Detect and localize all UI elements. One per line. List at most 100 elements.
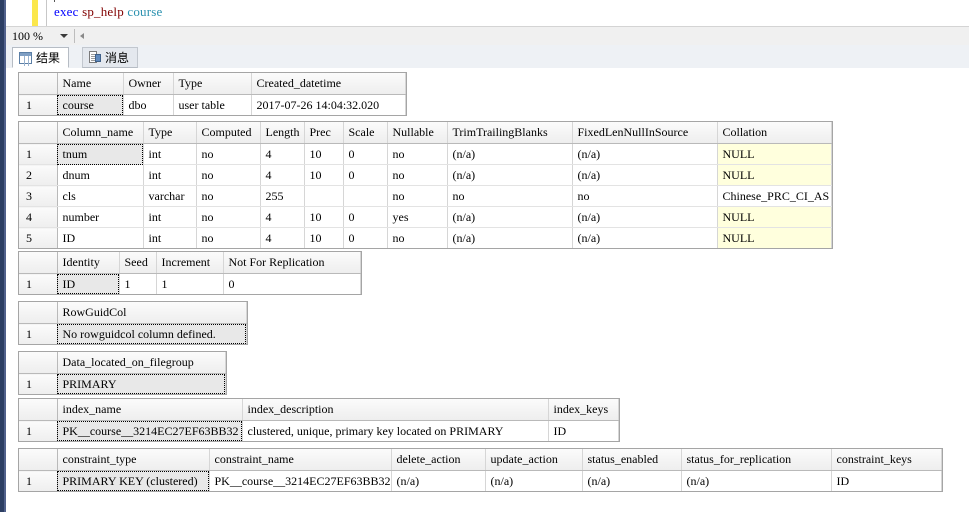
table-cell[interactable]: ID [548, 420, 619, 441]
column-header[interactable]: Column_name [57, 122, 144, 144]
table-cell[interactable]: 10 [304, 227, 344, 248]
column-header[interactable]: TrimTrailingBlanks [447, 122, 573, 144]
table-cell[interactable]: dbo [123, 94, 174, 115]
table-cell[interactable]: 1 [119, 273, 157, 294]
row-number-header[interactable]: 5 [19, 227, 58, 248]
table-row[interactable]: 2 dnum int no 4 10 0 no (n/a) (n/a) NULL [19, 164, 832, 186]
column-header[interactable]: RowGuidCol [57, 302, 247, 324]
table-cell[interactable]: NULL [717, 227, 832, 248]
table-cell[interactable]: 4 [260, 227, 305, 248]
filegroup-grid[interactable]: Data_located_on_filegroup 1 PRIMARY [18, 351, 227, 395]
table-cell[interactable]: 4 [260, 143, 305, 165]
column-header[interactable]: Increment [156, 252, 224, 274]
table-cell[interactable]: ID [831, 470, 942, 491]
sql-editor[interactable]: exec sp_help course [6, 0, 969, 26]
table-cell[interactable]: 4 [260, 164, 305, 186]
rowguidcol-grid[interactable]: RowGuidCol 1 No rowguidcol column defined. [18, 301, 248, 345]
table-cell[interactable]: 2017-07-26 14:04:32.020 [251, 94, 406, 115]
row-header-corner[interactable] [19, 122, 58, 144]
table-cell[interactable]: no [387, 227, 448, 248]
table-cell[interactable]: (n/a) [485, 470, 583, 491]
table-cell[interactable]: ID [57, 227, 144, 248]
column-header[interactable]: Not For Replication [223, 252, 361, 274]
table-cell[interactable]: (n/a) [572, 227, 718, 248]
column-header[interactable]: index_description [242, 399, 549, 421]
table-cell[interactable]: 1 [156, 273, 224, 294]
row-header-corner[interactable] [19, 352, 58, 374]
row-number-header[interactable]: 1 [19, 94, 58, 115]
column-header[interactable]: constraint_type [57, 449, 210, 471]
table-cell[interactable]: PRIMARY KEY (clustered) [57, 470, 210, 491]
table-row[interactable]: 1 tnum int no 4 10 0 no (n/a) (n/a) NULL [19, 143, 832, 165]
table-cell[interactable]: 0 [343, 143, 388, 165]
column-header[interactable]: delete_action [391, 449, 486, 471]
table-cell[interactable]: 10 [304, 206, 344, 228]
table-row[interactable]: 1 PRIMARY [19, 373, 226, 394]
table-row[interactable]: 4 number int no 4 10 0 yes (n/a) (n/a) NULL [19, 206, 832, 228]
results-grid-pane[interactable]: Name Owner Type Created_datetime 1 course dbo u… [6, 68, 969, 512]
table-cell[interactable]: (n/a) [391, 470, 486, 491]
table-cell[interactable]: PK__course__3214EC27EF63BB32 [57, 420, 243, 441]
table-cell[interactable]: no [387, 164, 448, 186]
column-header[interactable]: Collation [717, 122, 832, 144]
table-cell[interactable]: int [143, 206, 197, 228]
table-cell[interactable]: user table [173, 94, 252, 115]
table-cell[interactable]: no [447, 185, 573, 207]
table-cell[interactable] [343, 185, 388, 207]
table-cell[interactable]: course [57, 94, 124, 115]
column-header[interactable]: Owner [123, 73, 174, 95]
table-cell[interactable]: yes [387, 206, 448, 228]
column-header[interactable]: Nullable [387, 122, 448, 144]
table-row[interactable]: 1 course dbo user table 2017-07-26 14:04:32.… [19, 94, 406, 115]
column-header[interactable]: Prec [304, 122, 344, 144]
table-cell[interactable]: 10 [304, 164, 344, 186]
index-grid[interactable]: index_name index_description index_keys 1 PK… [18, 398, 620, 442]
sql-query-text[interactable]: exec sp_help course [54, 4, 163, 20]
row-number-header[interactable]: 1 [19, 273, 58, 294]
column-header[interactable]: index_name [57, 399, 243, 421]
table-cell[interactable]: NULL [717, 164, 832, 186]
columns-grid[interactable]: Column_name Type Computed Length Prec Scale Nu… [18, 121, 833, 249]
column-header[interactable]: Created_datetime [251, 73, 406, 95]
table-cell[interactable]: (n/a) [572, 143, 718, 165]
table-cell[interactable]: (n/a) [447, 143, 573, 165]
table-cell[interactable]: no [387, 143, 448, 165]
table-cell[interactable]: clustered, unique, primary key located o… [242, 420, 549, 441]
row-header-corner[interactable] [19, 399, 58, 421]
column-header[interactable]: Name [57, 73, 124, 95]
column-header[interactable]: Computed [196, 122, 261, 144]
table-cell[interactable]: 0 [343, 227, 388, 248]
table-cell[interactable]: ID [57, 273, 120, 294]
table-cell[interactable]: (n/a) [572, 164, 718, 186]
table-row[interactable]: 5 ID int no 4 10 0 no (n/a) (n/a) NULL [19, 227, 832, 248]
column-header[interactable]: update_action [485, 449, 583, 471]
table-cell[interactable]: NULL [717, 143, 832, 165]
column-header[interactable]: Type [143, 122, 197, 144]
object-info-grid[interactable]: Name Owner Type Created_datetime 1 course dbo u… [18, 72, 407, 116]
tab-results[interactable]: 结果 [12, 47, 70, 68]
table-cell[interactable]: 10 [304, 143, 344, 165]
table-cell[interactable]: (n/a) [447, 206, 573, 228]
row-number-header[interactable]: 2 [19, 164, 58, 186]
column-header[interactable]: index_keys [548, 399, 619, 421]
table-cell[interactable]: cls [57, 185, 144, 207]
column-header[interactable]: FixedLenNullInSource [572, 122, 718, 144]
table-cell[interactable]: varchar [143, 185, 197, 207]
table-row[interactable]: 1 PRIMARY KEY (clustered) PK__course__3214… [19, 470, 942, 491]
table-cell[interactable]: tnum [57, 143, 144, 165]
tab-messages[interactable]: 消息 [82, 47, 139, 68]
identity-grid[interactable]: Identity Seed Increment Not For Replication… [18, 251, 362, 295]
table-cell[interactable]: (n/a) [572, 206, 718, 228]
table-cell[interactable]: no [572, 185, 718, 207]
row-number-header[interactable]: 1 [19, 143, 58, 165]
zoom-level-combobox[interactable]: 100 % [10, 28, 72, 44]
table-cell[interactable]: Chinese_PRC_CI_AS [717, 185, 832, 207]
table-cell[interactable]: no [196, 143, 261, 165]
column-header[interactable]: Scale [343, 122, 388, 144]
table-cell[interactable]: PRIMARY [57, 373, 226, 394]
table-cell[interactable]: 0 [343, 206, 388, 228]
column-header[interactable]: Identity [57, 252, 120, 274]
table-row[interactable]: 1 ID 1 1 0 [19, 273, 361, 294]
column-header[interactable]: Seed [119, 252, 157, 274]
table-cell[interactable]: 0 [223, 273, 361, 294]
